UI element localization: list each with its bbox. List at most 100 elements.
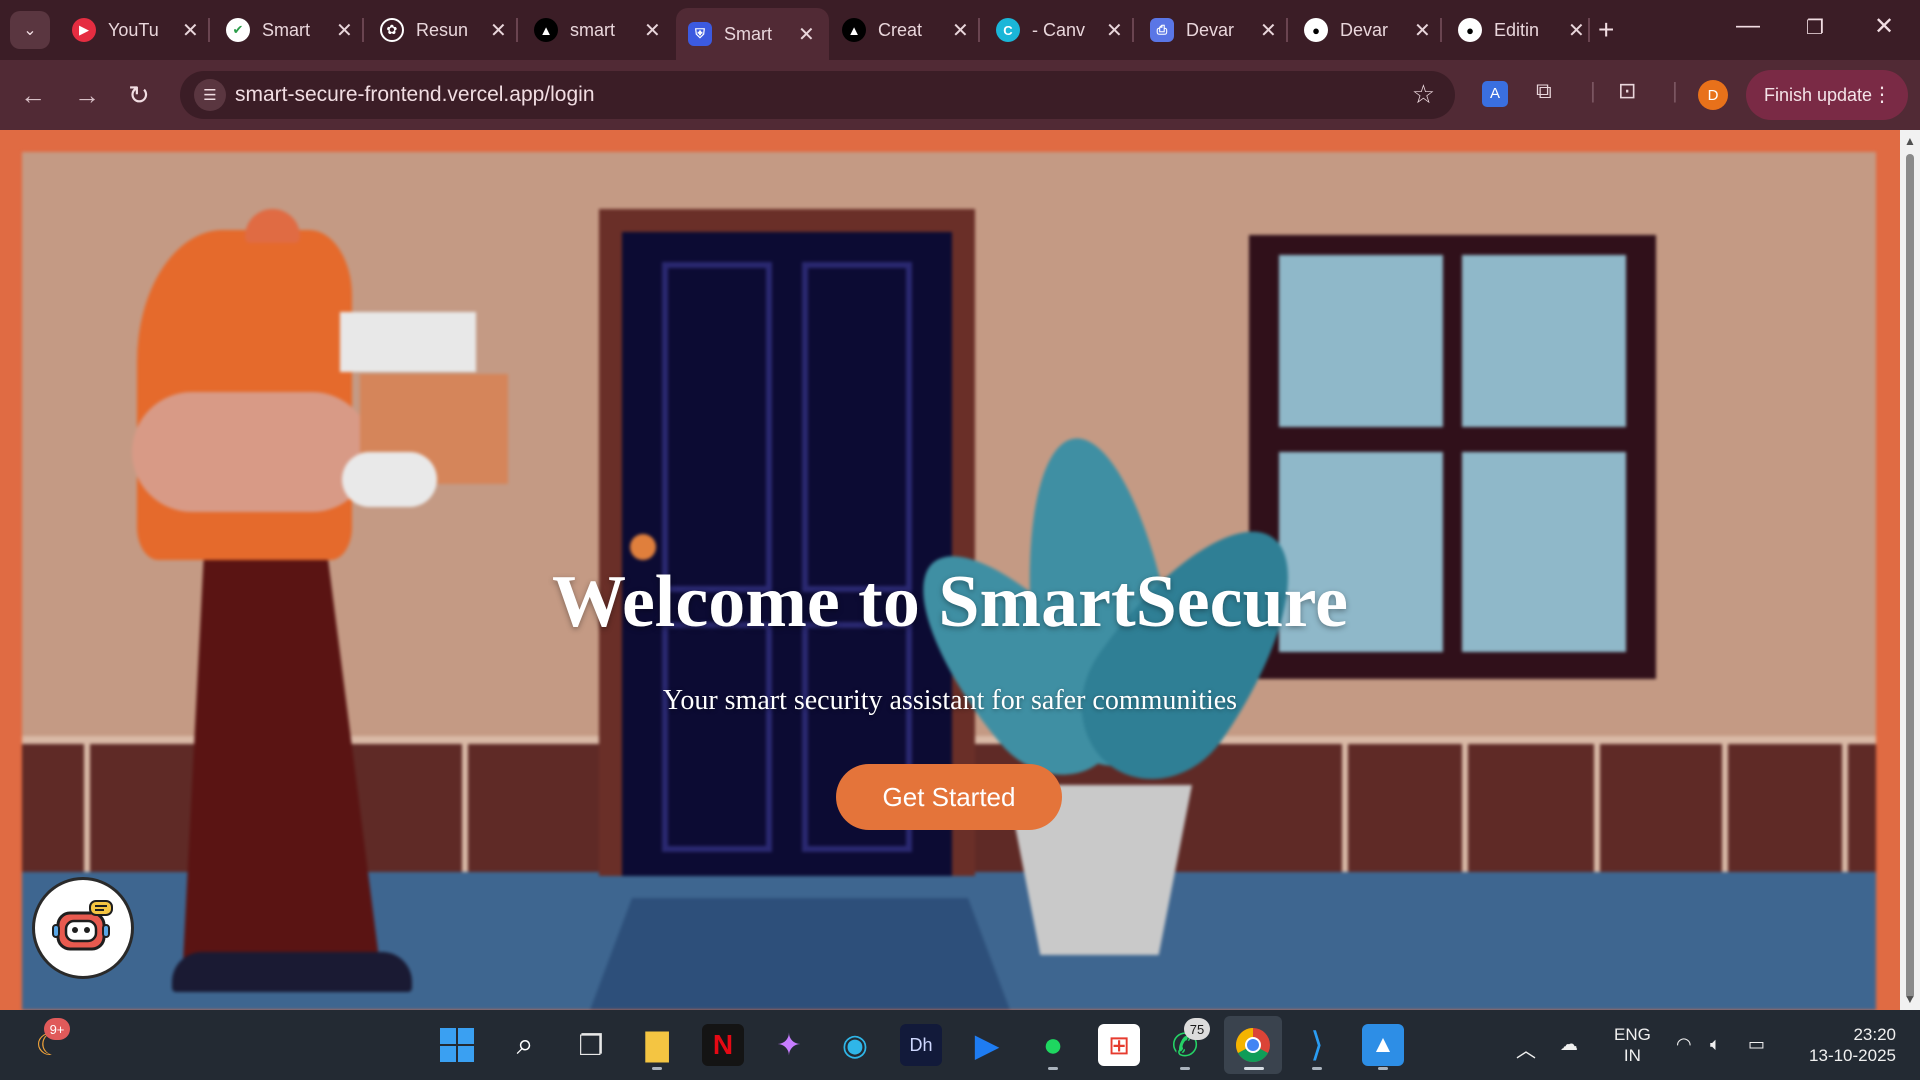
edge-icon[interactable]: ◉ [834,1024,876,1066]
tab-devar-2[interactable]: ● Devar ✕ [1292,8,1445,52]
close-icon[interactable]: ✕ [798,22,815,47]
microsoft-store-icon[interactable]: ⊞ [1098,1024,1140,1066]
tab-editing[interactable]: ● Editin ✕ [1446,8,1599,52]
plus-icon: + [1598,14,1615,45]
running-indicator [1180,1067,1190,1070]
triangle-icon: ▲ [842,18,866,42]
tab-title: YouTu [108,19,159,40]
tab-title: smart [570,19,615,40]
close-window-button[interactable]: ✕ [1874,12,1894,41]
close-icon[interactable]: ✕ [490,18,507,43]
close-icon[interactable]: ✕ [1106,18,1123,43]
tab-smart-1[interactable]: ✔ Smart ✕ [214,8,367,52]
url-text[interactable]: smart-secure-frontend.vercel.app/login [235,83,595,107]
vscode-icon[interactable]: ⟩ [1296,1024,1338,1066]
new-tab-button[interactable]: + [1598,14,1614,46]
running-indicator [1048,1067,1058,1070]
forward-button[interactable]: → [74,80,100,111]
minimize-button[interactable]: — [1736,12,1760,40]
screenshot-icon[interactable]: ⊡ [1618,78,1636,104]
close-icon[interactable]: ✕ [1260,18,1277,43]
tab-smart-active[interactable]: ⛨ Smart ✕ [676,8,829,60]
close-icon[interactable]: ✕ [952,18,969,43]
scroll-up-arrow-icon[interactable]: ▲ [1904,134,1916,148]
finish-update-button[interactable]: Finish update ⋮ [1746,70,1908,120]
translate-extension-icon[interactable]: A [1482,78,1508,107]
close-icon[interactable]: ✕ [182,18,199,43]
more-vert-icon: ⋮ [1872,84,1892,106]
tab-canva[interactable]: C - Canv ✕ [984,8,1137,52]
running-indicator [1312,1067,1322,1070]
whatsapp-badge: 75 [1184,1018,1210,1040]
tab-smart-2[interactable]: ▲ smart ✕ [522,8,675,52]
youtube-icon: ▶ [72,18,96,42]
language-indicator[interactable]: ENG IN [1614,1024,1651,1066]
wainscot-line [1594,742,1600,872]
media-player-icon[interactable]: ▶ [966,1024,1008,1066]
spotify-icon[interactable]: ● [1032,1024,1074,1066]
reload-button[interactable]: ↻ [128,80,150,111]
page-scrollbar[interactable]: ▲ ▼ [1900,130,1920,1010]
volume-icon[interactable]: 🔈︎ [1710,1034,1721,1055]
restore-button[interactable]: ❐ [1806,15,1824,40]
task-view-icon[interactable]: ❐ [570,1024,612,1066]
copilot-icon[interactable]: ✦ [768,1024,810,1066]
photos-icon[interactable]: ▲ [1362,1024,1404,1066]
tab-create[interactable]: ▲ Creat ✕ [830,8,983,52]
close-icon[interactable]: ✕ [644,18,661,43]
scrollbar-thumb[interactable] [1906,154,1914,999]
toolbar-divider: | [1590,78,1596,103]
window-pane [1462,255,1626,427]
wainscot-line [84,742,90,872]
address-bar[interactable]: ☰ smart-secure-frontend.vercel.app/login… [180,71,1455,119]
extensions-puzzle-icon[interactable]: ⧉ [1536,78,1552,104]
restore-icon: ❐ [1806,17,1824,39]
search-icon[interactable]: ⌕ [504,1024,546,1066]
wainscot-line [462,742,468,872]
canva-icon: C [996,18,1020,42]
clock[interactable]: 23:20 13-10-2025 [1790,1024,1896,1066]
netflix-icon[interactable]: N [702,1024,744,1066]
region-code: IN [1623,1046,1641,1065]
site-info-icon[interactable]: ☰ [194,79,226,111]
tab-strip: ⌄ ▶ YouTu ✕ ✔ Smart ✕ ✿ Resun ✕ ▲ smart … [0,0,1920,60]
show-hidden-icons-icon[interactable]: ︿ [1516,1034,1536,1063]
door-panel [662,622,772,852]
reload-icon: ↻ [128,80,150,110]
back-button[interactable]: ← [20,80,46,111]
windows-icon [440,1028,474,1062]
shield-icon: ⛨ [688,22,712,46]
start-button[interactable] [436,1024,478,1066]
close-icon[interactable]: ✕ [336,18,353,43]
tab-resume[interactable]: ✿ Resun ✕ [368,8,521,52]
disney-hotstar-icon[interactable]: Dh [900,1024,942,1066]
clock-time: 23:20 [1853,1025,1896,1044]
chatbot-button[interactable] [32,877,134,979]
onedrive-icon[interactable]: ☁ [1560,1034,1578,1055]
tab-title: Creat [878,19,923,40]
wifi-icon[interactable]: ◠ [1676,1034,1692,1055]
taskbar: ☾ 9+ ⌕ ❐ ▇ N ✦ ◉ Dh ▶ ● ⊞ ✆ 75 ⟩ ▲ ︿ ☁ E… [0,1010,1920,1080]
chrome-icon[interactable] [1224,1016,1282,1074]
get-started-button[interactable]: Get Started [836,764,1062,830]
tab-title: Smart [262,19,311,40]
door-knob [630,534,656,560]
arrow-right-icon: → [74,80,100,110]
battery-icon[interactable]: ▭ [1748,1034,1765,1055]
running-indicator [652,1067,662,1070]
scroll-down-arrow-icon[interactable]: ▼ [1904,992,1916,1006]
tab-search-button[interactable]: ⌄ [10,11,50,49]
bookmark-star-icon[interactable]: ☆ [1412,79,1435,110]
profile-avatar[interactable]: D [1698,80,1728,110]
hero-title: Welcome to SmartSecure [552,561,1348,643]
tab-title: - Canv [1032,19,1086,40]
window-pane [1279,255,1443,427]
printer-icon: ⎙ [1150,18,1174,42]
door-mat [590,898,1010,1010]
tab-separator [1588,18,1590,42]
tab-youtube[interactable]: ▶ YouTu ✕ [60,8,213,52]
file-explorer-icon[interactable]: ▇ [636,1024,678,1066]
close-icon[interactable]: ✕ [1414,18,1431,43]
close-icon[interactable]: ✕ [1568,18,1585,43]
tab-devar-1[interactable]: ⎙ Devar ✕ [1138,8,1291,52]
